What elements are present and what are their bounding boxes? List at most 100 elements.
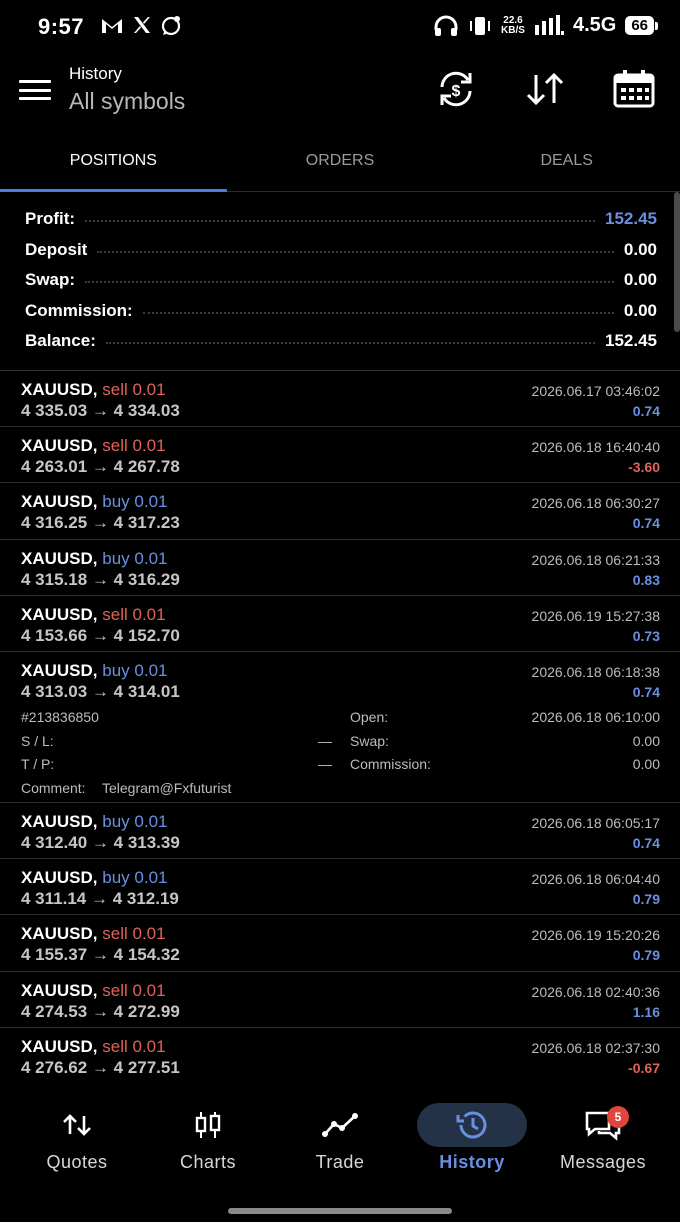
trade-profit: 1.16	[632, 1003, 660, 1020]
trade-volume: 0.01	[132, 604, 166, 624]
table-row[interactable]: XAUUSD, sell 0.01 4 335.03 → 4 334.03 20…	[0, 371, 680, 428]
trade-profit: 0.83	[632, 571, 660, 588]
trade-side: sell	[102, 604, 128, 624]
tab-positions[interactable]: POSITIONS	[0, 132, 227, 192]
trade-volume: 0.01	[134, 548, 168, 568]
trade-symbol: XAUUSD,	[21, 980, 98, 1000]
table-row-expanded[interactable]: XAUUSD, buy 0.01 4 313.03 → 4 314.01 202…	[0, 652, 680, 803]
open-price: 4 155.37	[21, 945, 88, 965]
trade-time: 2026.06.18 06:21:33	[531, 551, 660, 568]
table-row[interactable]: XAUUSD, buy 0.01 4 311.14 → 4 312.19 202…	[0, 859, 680, 916]
table-row[interactable]: XAUUSD, sell 0.01 4 153.66 → 4 152.70 20…	[0, 596, 680, 652]
swap-label: Swap:	[350, 732, 389, 749]
table-row[interactable]: XAUUSD, sell 0.01 4 276.62 → 4 277.51 20…	[0, 1028, 680, 1084]
app-header: History All symbols $	[0, 56, 680, 132]
quotes-icon	[63, 1114, 91, 1136]
open-price: 4 311.14	[21, 889, 87, 909]
status-bar: 9:57 22.6 KB/S 4.5G 66	[0, 0, 680, 56]
currency-exchange-icon[interactable]: $	[434, 69, 478, 109]
open-price: 4 312.40	[21, 832, 88, 852]
close-price: 4 154.32	[113, 945, 180, 965]
trade-profit: 0.74	[632, 683, 660, 700]
trade-volume: 0.01	[134, 868, 168, 888]
trade-side: sell	[102, 1036, 128, 1056]
x-icon	[134, 17, 150, 33]
trade-volume: 0.01	[132, 1036, 166, 1056]
calendar-icon[interactable]	[612, 69, 656, 109]
charts-icon	[195, 1112, 221, 1138]
symbol-filter[interactable]: All symbols	[69, 88, 185, 115]
trade-symbol: XAUUSD,	[21, 492, 98, 512]
sl-label: S / L:	[21, 732, 54, 749]
trade-symbol: XAUUSD,	[21, 604, 98, 624]
tab-orders[interactable]: ORDERS	[227, 132, 454, 191]
trade-volume: 0.01	[134, 492, 168, 512]
trade-time: 2026.06.18 16:40:40	[531, 439, 660, 456]
open-price: 4 313.03	[21, 681, 88, 701]
history-tabs: POSITIONS ORDERS DEALS	[0, 132, 680, 192]
close-price: 4 277.51	[113, 1057, 180, 1077]
table-row[interactable]: XAUUSD, sell 0.01 4 155.37 → 4 154.32 20…	[0, 915, 680, 972]
network-speed: 22.6 KB/S	[501, 14, 525, 36]
trade-volume: 0.01	[132, 980, 166, 1000]
trade-time: 2026.06.19 15:27:38	[531, 607, 660, 624]
trade-profit: 0.74	[632, 403, 660, 419]
trade-profit: -3.60	[628, 459, 660, 476]
trade-profit: 0.74	[632, 515, 660, 532]
swap-value: 0.00	[632, 732, 660, 749]
table-row[interactable]: XAUUSD, buy 0.01 4 316.25 → 4 317.23 202…	[0, 483, 680, 540]
open-label: Open:	[350, 708, 389, 725]
trade-side: buy	[102, 811, 130, 831]
table-row[interactable]: XAUUSD, sell 0.01 4 274.53 → 4 272.99 20…	[0, 972, 680, 1028]
table-row[interactable]: XAUUSD, sell 0.01 4 263.01 → 4 267.78 20…	[0, 427, 680, 484]
bottom-navigation: Quotes Charts Trade History 5 Messages	[0, 1100, 680, 1190]
home-indicator[interactable]	[228, 1208, 452, 1214]
open-time: 2026.06.18 06:10:00	[531, 708, 660, 725]
close-price: 4 313.39	[113, 832, 180, 852]
sort-icon[interactable]	[523, 69, 567, 109]
summary-row-balance: Balance: 152.45	[25, 331, 657, 351]
nav-charts[interactable]: Charts	[148, 1100, 268, 1173]
trade-time: 2026.06.19 15:20:26	[531, 927, 660, 944]
close-price: 4 317.23	[113, 513, 180, 533]
trade-side: buy	[102, 868, 130, 888]
tp-value: —	[318, 755, 332, 772]
open-price: 4 263.01	[21, 457, 88, 477]
trade-side: buy	[102, 660, 130, 680]
trade-symbol: XAUUSD,	[21, 924, 98, 944]
trade-profit: 0.79	[632, 947, 660, 964]
open-price: 4 153.66	[21, 625, 88, 645]
trade-side: sell	[102, 924, 128, 944]
trade-time: 2026.06.18 06:05:17	[531, 814, 660, 831]
nav-messages[interactable]: 5 Messages	[543, 1100, 663, 1173]
trade-time: 2026.06.18 06:30:27	[531, 495, 660, 512]
positions-list: XAUUSD, sell 0.01 4 335.03 → 4 334.03 20…	[0, 370, 680, 1084]
status-time: 9:57	[38, 14, 85, 39]
trade-icon	[322, 1113, 358, 1137]
tab-deals[interactable]: DEALS	[453, 132, 680, 191]
notification-icons	[100, 15, 182, 37]
close-price: 4 272.99	[113, 1001, 180, 1021]
table-row[interactable]: XAUUSD, buy 0.01 4 312.40 → 4 313.39 202…	[0, 803, 680, 860]
nav-history[interactable]: History	[412, 1100, 532, 1173]
table-row[interactable]: XAUUSD, buy 0.01 4 315.18 → 4 316.29 202…	[0, 540, 680, 596]
trade-time: 2026.06.18 02:37:30	[531, 1039, 660, 1056]
summary-row-swap: Swap: 0.00	[25, 270, 657, 290]
account-summary: Profit: 152.45 Deposit 0.00 Swap: 0.00 Comm…	[25, 204, 657, 357]
scrollbar[interactable]	[674, 192, 680, 332]
comment-value: Telegram@Fxfuturist	[102, 779, 232, 796]
close-price: 4 267.78	[113, 457, 180, 477]
nav-trade[interactable]: Trade	[280, 1100, 400, 1173]
battery-icon: 66	[625, 16, 658, 35]
trade-symbol: XAUUSD,	[21, 811, 98, 831]
messages-badge: 5	[607, 1106, 629, 1128]
signal-icon	[534, 14, 564, 35]
status-right: 22.6 KB/S 4.5G 66	[433, 14, 658, 37]
trade-profit: 0.79	[632, 891, 660, 908]
nav-quotes[interactable]: Quotes	[17, 1100, 137, 1173]
trade-time: 2026.06.18 02:40:36	[531, 983, 660, 1000]
trade-side: sell	[102, 380, 128, 399]
open-price: 4 276.62	[21, 1057, 88, 1077]
trade-side: sell	[102, 436, 128, 456]
menu-icon[interactable]	[19, 80, 51, 100]
